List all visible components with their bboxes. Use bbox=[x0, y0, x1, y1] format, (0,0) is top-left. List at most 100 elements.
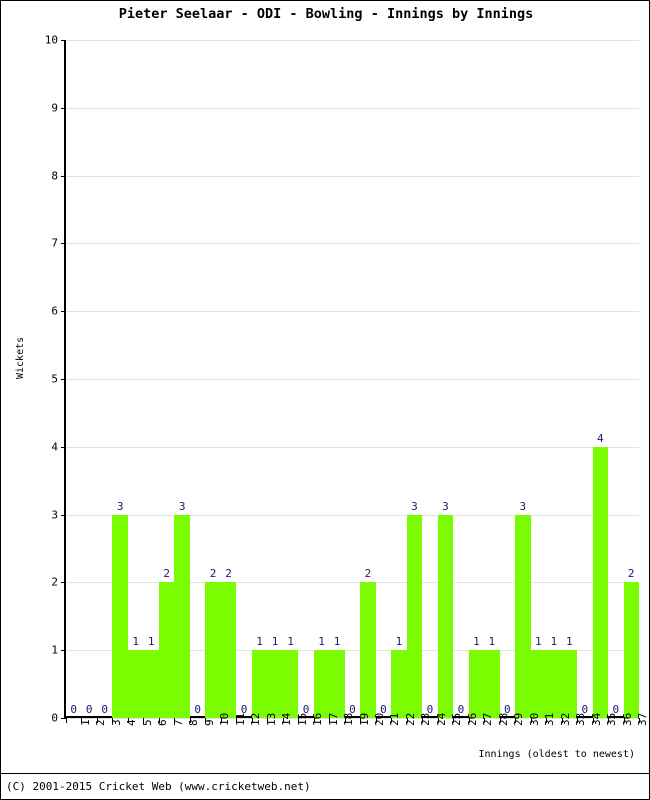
bar-value-label: 1 bbox=[318, 635, 325, 649]
x-tick-mark bbox=[391, 718, 393, 723]
y-tick-label: 5 bbox=[51, 372, 58, 386]
x-tick-mark bbox=[298, 718, 300, 723]
x-tick-mark bbox=[143, 718, 145, 723]
x-tick-mark bbox=[251, 718, 253, 723]
x-tick-mark bbox=[468, 718, 470, 723]
y-tick-label: 1 bbox=[51, 643, 58, 657]
x-axis-title: Innings (oldest to newest) bbox=[478, 749, 635, 760]
bar bbox=[468, 650, 485, 718]
x-tick-mark bbox=[205, 718, 207, 723]
bar-value-label: 3 bbox=[442, 499, 449, 513]
bar-value-label: 0 bbox=[85, 703, 93, 716]
bar bbox=[391, 650, 407, 718]
y-tick-label: 7 bbox=[51, 236, 58, 250]
x-tick-mark bbox=[453, 718, 455, 723]
bar bbox=[515, 514, 531, 718]
y-tick-label: 6 bbox=[51, 304, 58, 318]
bar bbox=[220, 582, 237, 718]
x-tick-mark bbox=[174, 718, 176, 723]
x-tick-mark bbox=[546, 718, 548, 723]
x-tick-mark bbox=[484, 718, 486, 723]
bar bbox=[282, 650, 299, 718]
x-tick-mark bbox=[437, 718, 439, 723]
chart-title: Pieter Seelaar - ODI - Bowling - Innings… bbox=[118, 6, 534, 22]
bar-value-label: 1 bbox=[333, 635, 341, 649]
bar-value-label: 0 bbox=[101, 703, 109, 716]
bar bbox=[406, 514, 423, 718]
bowling-innings-chart: Pieter Seelaar - ODI - Bowling - Innings… bbox=[0, 0, 650, 800]
footer-copyright: (C) 2001-2015 Cricket Web (www.cricketwe… bbox=[6, 780, 311, 793]
bar bbox=[158, 582, 175, 718]
bar bbox=[592, 446, 609, 718]
bar-value-label: 3 bbox=[411, 499, 418, 513]
y-tick-label: 8 bbox=[51, 169, 58, 183]
x-tick-mark bbox=[127, 718, 129, 723]
bar bbox=[251, 650, 268, 718]
y-tick-label: 3 bbox=[51, 508, 58, 522]
y-tick-label: 2 bbox=[51, 575, 58, 589]
x-tick-mark bbox=[329, 718, 331, 723]
y-tick-label: 10 bbox=[44, 33, 58, 47]
x-tick-mark bbox=[66, 718, 67, 723]
bar bbox=[267, 650, 283, 718]
x-tick-mark bbox=[313, 718, 315, 723]
bar-value-label: 1 bbox=[488, 635, 496, 649]
x-tick-mark bbox=[375, 718, 377, 723]
x-tick-mark bbox=[220, 718, 222, 723]
bar bbox=[484, 650, 500, 718]
x-tick-mark bbox=[515, 718, 517, 723]
x-tick-mark bbox=[360, 718, 362, 723]
x-tick-mark bbox=[344, 718, 346, 723]
bar-value-label: 2 bbox=[627, 567, 635, 581]
footer-divider bbox=[1, 773, 649, 774]
y-axis-title: Wickets bbox=[15, 336, 26, 379]
bar bbox=[360, 582, 376, 718]
x-tick-mark bbox=[96, 718, 98, 723]
plot-area: 0 1 2 3 4 5 6 7 8 9 10 000311230220111011020130301… bbox=[45, 34, 649, 727]
bar bbox=[437, 514, 454, 718]
x-tick-mark bbox=[561, 718, 563, 723]
bar-value-label: 3 bbox=[178, 499, 186, 513]
bar bbox=[546, 650, 562, 718]
bar bbox=[174, 514, 190, 718]
bar-value-label: 1 bbox=[395, 635, 403, 649]
bar bbox=[623, 582, 639, 718]
x-tick-mark bbox=[530, 718, 532, 723]
bar bbox=[561, 650, 578, 718]
y-tick-label: 9 bbox=[51, 101, 58, 115]
x-tick-mark bbox=[639, 718, 640, 723]
x-tick-mark bbox=[112, 718, 114, 723]
x-tick-mark bbox=[623, 718, 625, 723]
bar-value-label: 2 bbox=[209, 567, 217, 581]
x-tick-mark bbox=[189, 718, 191, 723]
bar-value-label: 0 bbox=[70, 703, 78, 716]
x-tick-mark bbox=[81, 718, 83, 723]
bar-value-label: 3 bbox=[519, 499, 527, 513]
bar bbox=[313, 650, 330, 718]
bar bbox=[329, 650, 345, 718]
x-tick-mark bbox=[282, 718, 284, 723]
bar-value-label: 2 bbox=[163, 567, 170, 581]
bar-value-label: 3 bbox=[116, 499, 124, 513]
bar-value-label: 1 bbox=[535, 635, 542, 649]
bar bbox=[112, 514, 128, 718]
x-tick-mark bbox=[577, 718, 579, 723]
bars-layer: 0003112302201110110201303011031110402 bbox=[66, 40, 639, 718]
bar-value-label: 2 bbox=[364, 567, 372, 581]
bar-value-label: 4 bbox=[596, 431, 604, 445]
bar bbox=[143, 650, 159, 718]
x-tick-mark bbox=[267, 718, 269, 723]
x-tick-mark bbox=[499, 718, 501, 723]
bar-value-label: 1 bbox=[132, 635, 139, 649]
bar-value-label: 1 bbox=[565, 635, 573, 649]
bar-value-label: 0 bbox=[194, 703, 201, 716]
x-tick-mark bbox=[236, 718, 238, 723]
x-tick-mark bbox=[592, 718, 594, 723]
bar bbox=[530, 650, 547, 718]
y-tick-label: 0 bbox=[51, 711, 58, 725]
bar bbox=[205, 582, 221, 718]
bar bbox=[127, 650, 144, 718]
bar-value-label: 1 bbox=[287, 635, 294, 649]
bar-value-label: 1 bbox=[550, 635, 558, 649]
x-tick-mark bbox=[406, 718, 408, 723]
